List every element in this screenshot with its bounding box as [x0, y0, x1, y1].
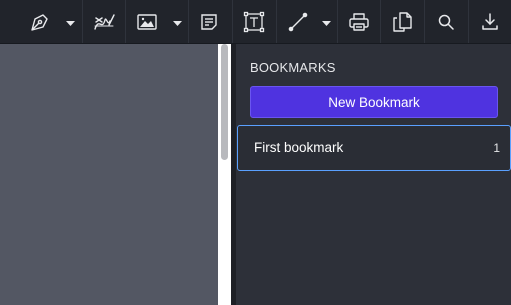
panel-title: BOOKMARKS — [250, 60, 336, 75]
search-button[interactable] — [428, 0, 464, 43]
toolbar-separator — [232, 0, 233, 43]
toolbar — [0, 0, 511, 44]
pen-nib-icon — [29, 11, 51, 33]
download-button[interactable] — [472, 0, 508, 43]
toolbar-separator — [380, 0, 381, 43]
bookmark-label: First bookmark — [254, 140, 344, 155]
duplicate-button[interactable] — [383, 0, 421, 43]
text-box-icon — [243, 11, 265, 33]
printer-icon — [348, 11, 370, 33]
print-button[interactable] — [340, 0, 378, 43]
toolbar-separator — [188, 0, 189, 43]
document-viewer[interactable] — [0, 44, 218, 305]
search-icon — [437, 13, 455, 31]
toolbar-separator — [337, 0, 338, 43]
new-bookmark-button[interactable]: New Bookmark — [250, 86, 498, 118]
note-icon — [199, 12, 219, 32]
line-icon — [287, 11, 309, 33]
image-tool-button[interactable] — [129, 0, 165, 43]
pen-tool-button[interactable] — [22, 0, 58, 43]
toolbar-separator — [82, 0, 83, 43]
caret-down-icon — [321, 13, 331, 31]
text-box-tool-button[interactable] — [236, 0, 272, 43]
bookmark-item[interactable]: First bookmark 1 — [237, 125, 511, 171]
signature-tool-button[interactable] — [86, 0, 122, 43]
toolbar-separator — [125, 0, 126, 43]
toolbar-separator — [424, 0, 425, 43]
toolbar-separator — [468, 0, 469, 43]
bookmark-page-number: 1 — [493, 141, 500, 155]
copy-icon — [391, 11, 413, 33]
image-tool-dropdown[interactable] — [170, 0, 184, 43]
toolbar-separator — [276, 0, 277, 43]
scrollbar-thumb[interactable] — [221, 44, 228, 160]
note-tool-button[interactable] — [191, 0, 227, 43]
caret-down-icon — [172, 13, 182, 31]
caret-down-icon — [65, 13, 75, 31]
signature-icon — [92, 11, 116, 33]
line-tool-dropdown[interactable] — [319, 0, 333, 43]
pen-tool-dropdown[interactable] — [63, 0, 77, 43]
bookmarks-panel: BOOKMARKS New Bookmark First bookmark 1 — [236, 44, 511, 305]
image-icon — [136, 13, 158, 31]
download-icon — [480, 12, 500, 32]
line-tool-button[interactable] — [280, 0, 316, 43]
